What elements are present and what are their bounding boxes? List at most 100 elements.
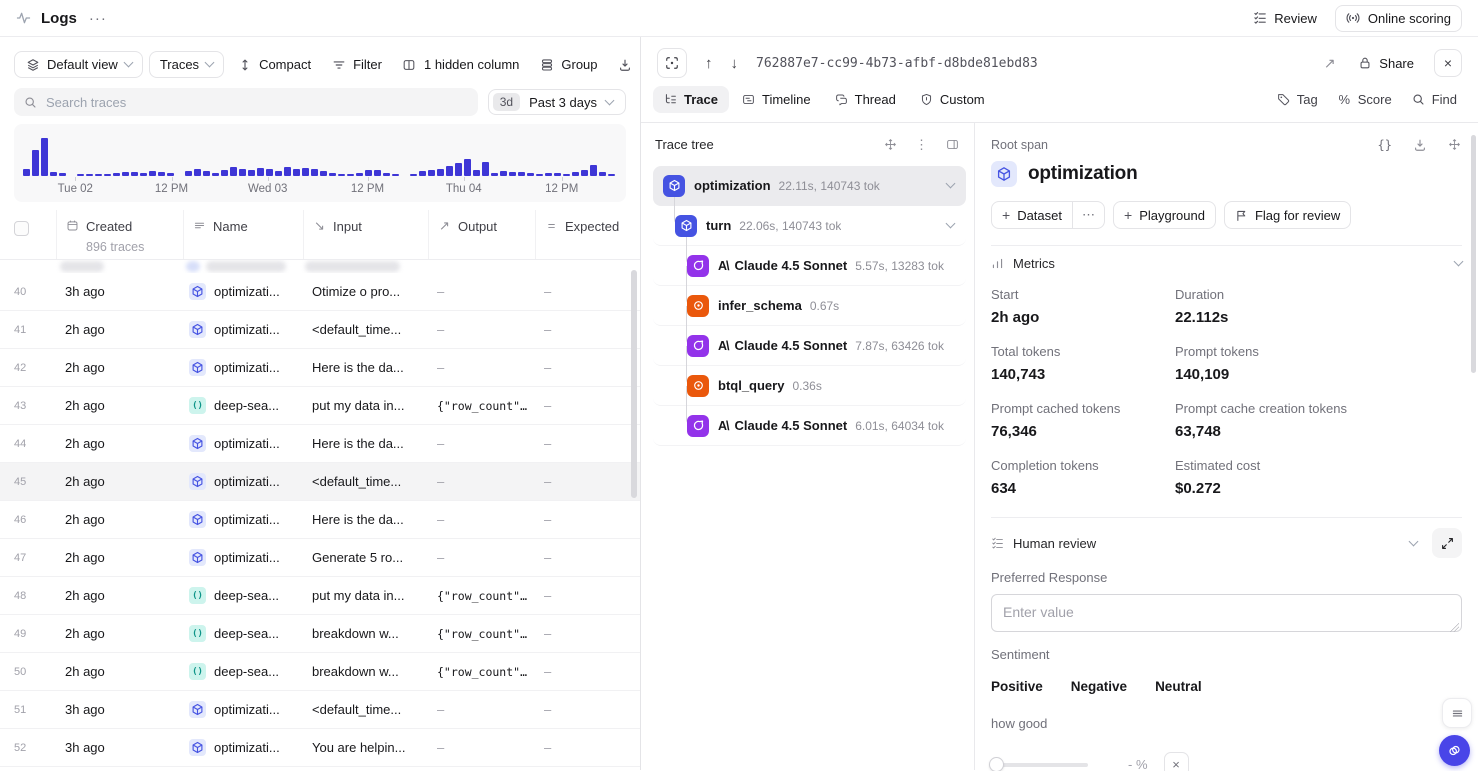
sentiment-label: Sentiment [991, 647, 1462, 662]
table-row[interactable]: 462h agooptimizati...Here is the da...–– [0, 501, 640, 539]
name-cell: optimizati... [183, 701, 303, 718]
collapse-metrics-chevron[interactable] [1454, 257, 1464, 267]
kebab-menu-icon[interactable]: ⋮ [914, 137, 929, 152]
slider-thumb[interactable] [989, 757, 1004, 771]
metric-value: 22.112s [1175, 309, 1462, 326]
span-name: btql_query [718, 378, 784, 393]
trace-tree-node[interactable]: optimization22.11s, 140743 tok [653, 166, 966, 206]
expand-review-button[interactable] [1432, 528, 1462, 558]
online-scoring-button[interactable]: Online scoring [1335, 5, 1462, 32]
row-number: 45 [0, 476, 56, 488]
chevron-down-icon[interactable] [946, 179, 956, 189]
score-slider[interactable] [991, 763, 1088, 767]
floating-menu-button[interactable] [1442, 698, 1472, 728]
find-button[interactable]: Find [1403, 87, 1466, 112]
trace-tree-node[interactable]: turn22.06s, 140743 tok [653, 206, 966, 246]
download-icon[interactable] [1412, 137, 1427, 152]
view-selector[interactable]: Default view [14, 51, 143, 78]
json-view-icon[interactable]: {} [1378, 138, 1392, 152]
table-scrollbar[interactable] [631, 270, 637, 498]
trace-tree-node[interactable]: infer_schema0.67s [653, 286, 966, 326]
filter-button[interactable]: Filter [324, 52, 389, 77]
add-to-dataset-button[interactable]: + Dataset [992, 202, 1072, 228]
name-cell: optimizati... [183, 435, 303, 452]
column-header-name[interactable]: Name [183, 210, 303, 259]
tab-thread[interactable]: Thread [824, 86, 907, 113]
search-input[interactable] [46, 95, 468, 110]
table-row[interactable]: 412h agooptimizati...<default_time...–– [0, 311, 640, 349]
panel-toggle-icon[interactable] [945, 137, 960, 152]
score-button[interactable]: % Score [1329, 87, 1401, 112]
table-row[interactable]: 523h agooptimizati...You are helpin...–– [0, 729, 640, 767]
table-row[interactable]: 472h agooptimizati...Generate 5 ro...–– [0, 539, 640, 577]
share-button[interactable]: Share [1347, 51, 1424, 76]
trace-tree-node[interactable]: A\Claude 4.5 Sonnet6.01s, 64034 tok [653, 406, 966, 446]
tag-button[interactable]: Tag [1268, 87, 1327, 112]
trace-tree-node[interactable]: A\Claude 4.5 Sonnet5.57s, 13283 tok [653, 246, 966, 286]
name-cell: ()deep-sea... [183, 397, 303, 414]
move-icon[interactable] [883, 137, 898, 152]
trace-tree-node[interactable]: btql_query0.36s [653, 366, 966, 406]
column-header-created[interactable]: Created 896 traces [56, 210, 183, 259]
dataset-more-button[interactable]: ⋯ [1073, 202, 1104, 228]
column-header-input[interactable]: ↘ Input [303, 210, 428, 259]
open-external-icon[interactable]: ↗ [1322, 56, 1337, 71]
tab-timeline[interactable]: Timeline [731, 86, 822, 113]
axis-tick-label: Wed 03 [248, 183, 287, 195]
table-row[interactable]: 403h agooptimizati...Otimize o pro...–– [0, 273, 640, 311]
preferred-response-input[interactable] [991, 594, 1462, 632]
expected-cell: – [535, 322, 640, 337]
move-icon[interactable] [1447, 137, 1462, 152]
trace-tree-node[interactable]: A\Claude 4.5 Sonnet7.87s, 63426 tok [653, 326, 966, 366]
tab-custom[interactable]: Custom [909, 86, 996, 113]
prev-trace-button[interactable]: ↑ [705, 55, 713, 72]
export-button[interactable] [611, 52, 640, 77]
compact-button[interactable]: Compact [230, 52, 318, 77]
column-header-expected[interactable]: = Expected [535, 210, 640, 259]
tab-trace[interactable]: Trace [653, 86, 729, 113]
sentiment-options: Positive Negative Neutral [991, 671, 1462, 700]
more-menu-button[interactable]: ··· [89, 10, 107, 27]
collapse-review-chevron[interactable] [1409, 536, 1419, 546]
mode-selector[interactable]: Traces [149, 51, 224, 78]
search-box[interactable] [14, 88, 478, 116]
date-range-selector[interactable]: 3d Past 3 days [488, 89, 626, 115]
sentiment-positive-button[interactable]: Positive [991, 679, 1043, 694]
clear-score-button[interactable]: × [1164, 752, 1189, 771]
histogram-bar [455, 163, 462, 176]
focus-span-button[interactable] [657, 48, 687, 78]
flag-for-review-button[interactable]: Flag for review [1224, 201, 1351, 229]
assistant-button[interactable] [1439, 735, 1470, 766]
table-row[interactable]: 422h agooptimizati...Here is the da...–– [0, 349, 640, 387]
column-header-output[interactable]: ↗ Output [428, 210, 535, 259]
next-trace-button[interactable]: ↓ [731, 55, 739, 72]
table-row[interactable]: 492h ago()deep-sea...breakdown w...{"row… [0, 615, 640, 653]
chevron-down-icon[interactable] [946, 219, 956, 229]
trace-histogram[interactable]: Tue 0212 PMWed 0312 PMThu 0412 PM [14, 124, 626, 202]
select-all-checkbox[interactable] [14, 221, 29, 236]
sentiment-negative-button[interactable]: Negative [1071, 679, 1127, 694]
output-cell: – [428, 702, 535, 717]
row-number: 52 [0, 742, 56, 754]
dataset-label: Dataset [1017, 208, 1062, 223]
table-row[interactable]: 502h ago()deep-sea...breakdown w...{"row… [0, 653, 640, 691]
detail-scrollbar[interactable] [1471, 135, 1476, 373]
add-to-playground-button[interactable]: + Playground [1113, 201, 1216, 229]
table-row[interactable]: 442h agooptimizati...Here is the da...–– [0, 425, 640, 463]
hidden-column-button[interactable]: 1 hidden column [395, 52, 526, 77]
review-button[interactable]: Review [1242, 6, 1327, 31]
table-row[interactable]: 452h agooptimizati...<default_time...–– [0, 463, 640, 501]
input-cell: You are helpin... [303, 740, 428, 755]
table-row[interactable]: 482h ago()deep-sea...put my data in...{"… [0, 577, 640, 615]
created-cell: 3h ago [56, 702, 183, 717]
group-button[interactable]: Group [532, 52, 604, 77]
table-row[interactable]: 432h ago()deep-sea...put my data in...{"… [0, 387, 640, 425]
histogram-bar [140, 173, 147, 176]
created-cell: 2h ago [56, 436, 183, 451]
resize-grip[interactable] [1450, 623, 1459, 632]
function-icon: () [189, 587, 206, 604]
close-button[interactable]: × [1434, 49, 1462, 77]
sentiment-neutral-button[interactable]: Neutral [1155, 679, 1202, 694]
metric-value: 634 [991, 480, 1175, 497]
table-row[interactable]: 513h agooptimizati...<default_time...–– [0, 691, 640, 729]
